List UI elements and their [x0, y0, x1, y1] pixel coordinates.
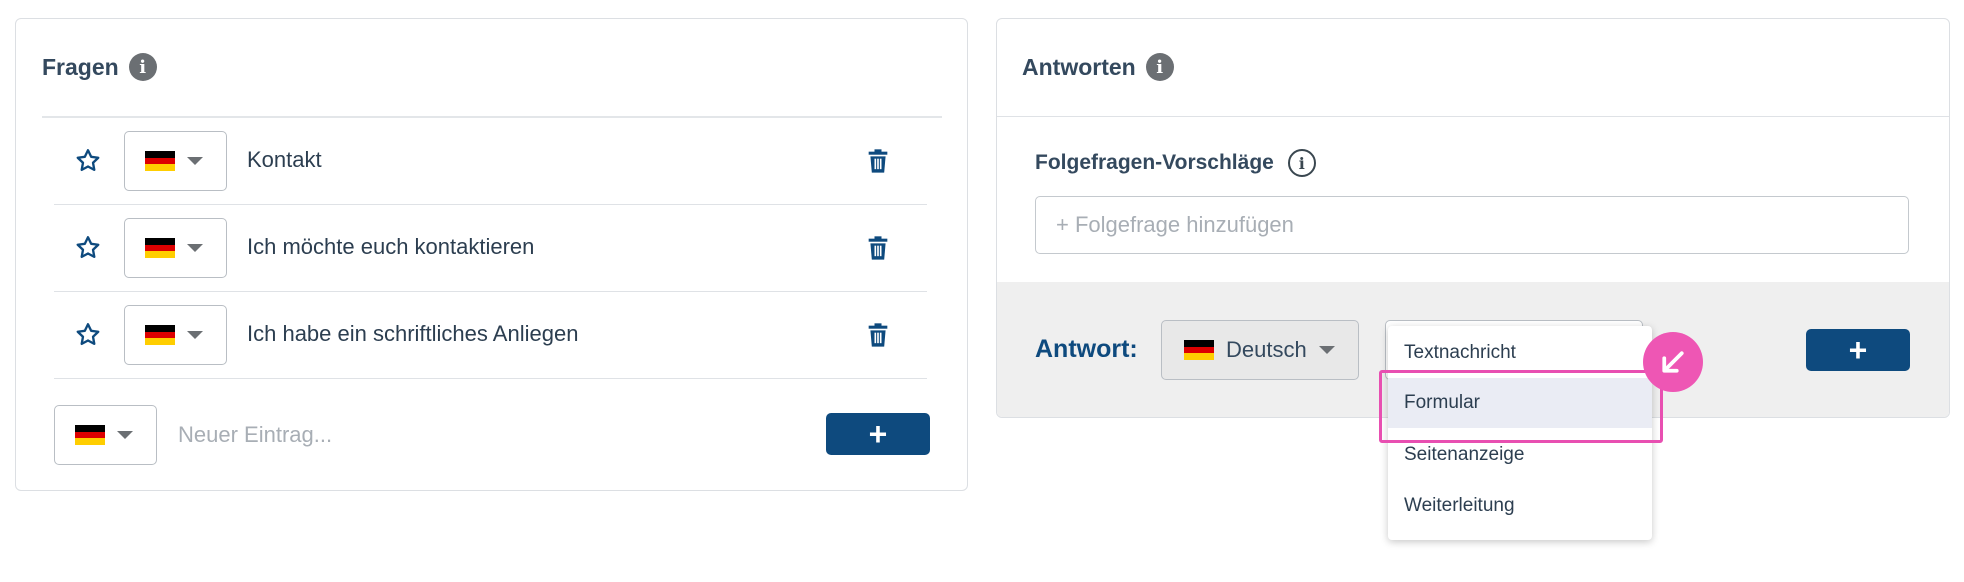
german-flag-icon	[145, 151, 175, 172]
question-row: Ich habe ein schriftliches Anliegen	[54, 293, 927, 379]
dropdown-option-weiterleitung[interactable]: Weiterleitung	[1388, 481, 1652, 531]
chevron-down-icon	[187, 157, 203, 165]
antworten-divider	[997, 116, 1949, 117]
question-text[interactable]: Ich habe ein schriftliches Anliegen	[247, 321, 578, 347]
german-flag-icon	[145, 325, 175, 346]
answer-label: Antwort:	[1035, 335, 1138, 363]
language-select[interactable]	[124, 305, 227, 365]
question-row: Kontakt	[54, 119, 927, 205]
followup-title: Folgefragen-Vorschläge i	[1035, 149, 1316, 177]
chevron-down-icon	[1318, 346, 1335, 354]
star-icon[interactable]	[74, 147, 102, 175]
german-flag-icon	[1184, 340, 1214, 361]
antworten-title-text: Antworten	[1022, 53, 1136, 80]
chevron-down-icon	[187, 244, 203, 252]
new-entry-input[interactable]	[176, 415, 676, 455]
question-text[interactable]: Ich möchte euch kontaktieren	[247, 234, 534, 260]
question-text[interactable]: Kontakt	[247, 147, 322, 173]
german-flag-icon	[75, 425, 105, 446]
followup-title-text: Folgefragen-Vorschläge	[1035, 151, 1274, 174]
info-icon[interactable]: i	[128, 53, 157, 81]
info-outline-icon[interactable]: i	[1287, 149, 1316, 177]
fragen-card: Fragen i Kontakt Ich möchte euch kontakt…	[15, 18, 968, 491]
plus-icon: +	[868, 416, 888, 452]
language-select[interactable]	[124, 218, 227, 278]
trash-icon[interactable]	[864, 147, 892, 175]
followup-input[interactable]	[1035, 196, 1909, 254]
pointer-arrow-icon	[1643, 332, 1703, 392]
fragen-title-text: Fragen	[42, 53, 119, 80]
highlight-box	[1379, 370, 1663, 443]
chevron-down-icon	[117, 431, 133, 439]
new-entry-language-select[interactable]	[54, 405, 157, 465]
german-flag-icon	[145, 238, 175, 259]
add-answer-button[interactable]: +	[1806, 329, 1910, 371]
chevron-down-icon	[187, 331, 203, 339]
plus-icon: +	[1848, 332, 1868, 368]
fragen-divider	[42, 116, 942, 118]
fragen-title: Fragen i	[42, 53, 157, 81]
arrow-down-left-icon	[1662, 351, 1684, 373]
add-question-button[interactable]: +	[826, 413, 930, 455]
question-row: Ich möchte euch kontaktieren	[54, 206, 927, 292]
language-select[interactable]	[124, 131, 227, 191]
star-icon[interactable]	[74, 321, 102, 349]
trash-icon[interactable]	[864, 234, 892, 262]
star-icon[interactable]	[74, 234, 102, 262]
answer-language-select[interactable]: Deutsch	[1161, 320, 1359, 380]
info-icon[interactable]: i	[1145, 53, 1174, 81]
antworten-title: Antworten i	[1022, 53, 1174, 81]
trash-icon[interactable]	[864, 321, 892, 349]
language-name: Deutsch	[1226, 337, 1307, 362]
